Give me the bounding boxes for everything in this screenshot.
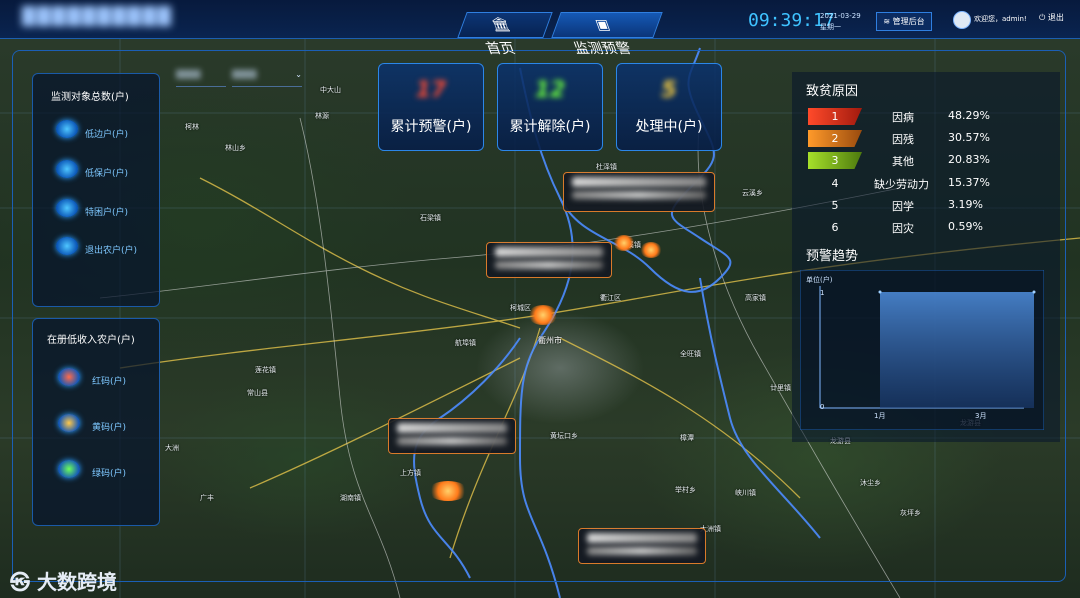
clock-date: 2021-03-29 星期一 — [820, 11, 861, 33]
sidebar-item-exited[interactable]: 退出农户(户) — [85, 243, 137, 256]
layers-icon: ≋ — [883, 17, 893, 26]
cause-name: 因病 — [892, 111, 914, 124]
rank-badge: 3 — [808, 152, 862, 169]
rank-badge: 4 — [831, 177, 839, 190]
cause-pct: 3.19% — [948, 198, 983, 211]
panel-title: 监测对象总数(户) — [51, 92, 129, 103]
sidebar-item-green-code[interactable]: 绿码(户) — [92, 466, 126, 479]
date-text: 2021-03-29 — [820, 12, 861, 20]
cause-name: 因学 — [892, 200, 914, 213]
cause-row: 4 缺少劳动力 15.37% — [808, 174, 1058, 194]
sidebar-item-special-hardship[interactable]: 特困户(户) — [85, 205, 128, 218]
cause-name: 缺少劳动力 — [874, 178, 929, 191]
monitor-objects-panel: 监测对象总数(户) — [32, 73, 160, 307]
stat-value: 12 — [534, 78, 566, 103]
y-tick-top: 1 — [820, 289, 825, 297]
yellow-code-icon — [58, 414, 80, 432]
panel-title: 在册低收入农户(户) — [47, 335, 135, 346]
cause-pct: 0.59% — [948, 220, 983, 233]
stat-label: 累计解除(户) — [509, 119, 591, 135]
cause-name: 因灾 — [892, 222, 914, 235]
admin-button[interactable]: ≋ 管理后台 — [876, 12, 932, 31]
x-tick-end: 3月 — [975, 412, 987, 420]
sidebar-item-red-code[interactable]: 红码(户) — [92, 374, 126, 387]
cause-name: 其他 — [892, 155, 914, 168]
cause-pct: 30.57% — [948, 131, 990, 144]
chevron-down-icon: ⌄ — [295, 70, 302, 79]
power-icon: ⏻ — [1039, 13, 1048, 22]
rank-badge: 6 — [831, 221, 839, 234]
tab-monitor[interactable]: ▣ 监测预警 — [551, 12, 663, 57]
cause-pct: 20.83% — [948, 153, 990, 166]
rank-badge: 5 — [831, 199, 839, 212]
trend-title: 预警趋势 — [806, 249, 859, 264]
causes-title: 致贫原因 — [806, 84, 859, 99]
trend-area-series — [880, 292, 1034, 408]
cause-pct: 15.37% — [948, 176, 990, 189]
stat-value: 5 — [661, 78, 677, 103]
cause-pct: 48.29% — [948, 109, 990, 122]
town-select[interactable]: ▒▒▒▒ ⌄ — [232, 70, 302, 87]
sidebar-item-yellow-code[interactable]: 黄码(户) — [92, 420, 126, 433]
region-select[interactable]: ▒▒▒▒ — [176, 70, 226, 87]
stat-label: 处理中(户) — [635, 119, 703, 135]
stat-card-processing[interactable]: 5 处理中(户) — [616, 63, 722, 151]
app-title: ██████████ — [22, 7, 173, 27]
cause-row: 1 因病 48.29% — [808, 107, 1058, 127]
trend-point — [1032, 290, 1036, 294]
cause-name: 因残 — [892, 133, 914, 146]
sidebar-item-low-edge[interactable]: 低边户(户) — [85, 127, 128, 140]
rank-badge: 2 — [808, 130, 862, 147]
user-group-icon — [56, 120, 78, 138]
stat-card-total-warning[interactable]: 17 累计预警(户) — [378, 63, 484, 151]
cause-row: 5 因学 3.19% — [808, 196, 1058, 216]
trend-chart — [800, 270, 1044, 430]
avatar[interactable] — [953, 11, 971, 29]
x-tick-start: 1月 — [874, 412, 886, 420]
green-code-icon — [58, 460, 80, 478]
user-group-icon — [56, 160, 78, 178]
stat-card-total-released[interactable]: 12 累计解除(户) — [497, 63, 603, 151]
cause-row: 6 因灾 0.59% — [808, 218, 1058, 238]
welcome-text: 欢迎您，admin! — [974, 15, 1027, 23]
monitor-icon: ▣ — [593, 17, 613, 33]
user-group-icon — [56, 237, 78, 255]
stat-value: 17 — [415, 78, 447, 103]
watermark-logo: ㉿ 大数跨境 — [10, 570, 117, 594]
top-bar: ██████████ 🏛 首页 ▣ 监测预警 09:39:17 2021-03-… — [0, 0, 1080, 57]
cause-row: 3 其他 20.83% — [808, 151, 1058, 171]
tab-home[interactable]: 🏛 首页 — [457, 12, 553, 57]
red-code-icon — [58, 368, 80, 386]
weekday-text: 星期一 — [820, 23, 841, 31]
logout-button[interactable]: ⏻ 退出 — [1039, 12, 1064, 23]
trend-point — [878, 290, 882, 294]
user-group-icon — [56, 199, 78, 217]
cause-row: 2 因残 30.57% — [808, 129, 1058, 149]
logo-icon: ㉿ — [10, 570, 37, 594]
y-tick-bottom: 0 — [820, 403, 825, 411]
rank-badge: 1 — [808, 108, 862, 125]
sidebar-item-low-security[interactable]: 低保户(户) — [85, 166, 128, 179]
trend-unit: 单位(户) — [806, 276, 833, 284]
stat-label: 累计预警(户) — [390, 119, 472, 135]
home-icon: 🏛 — [488, 17, 513, 33]
